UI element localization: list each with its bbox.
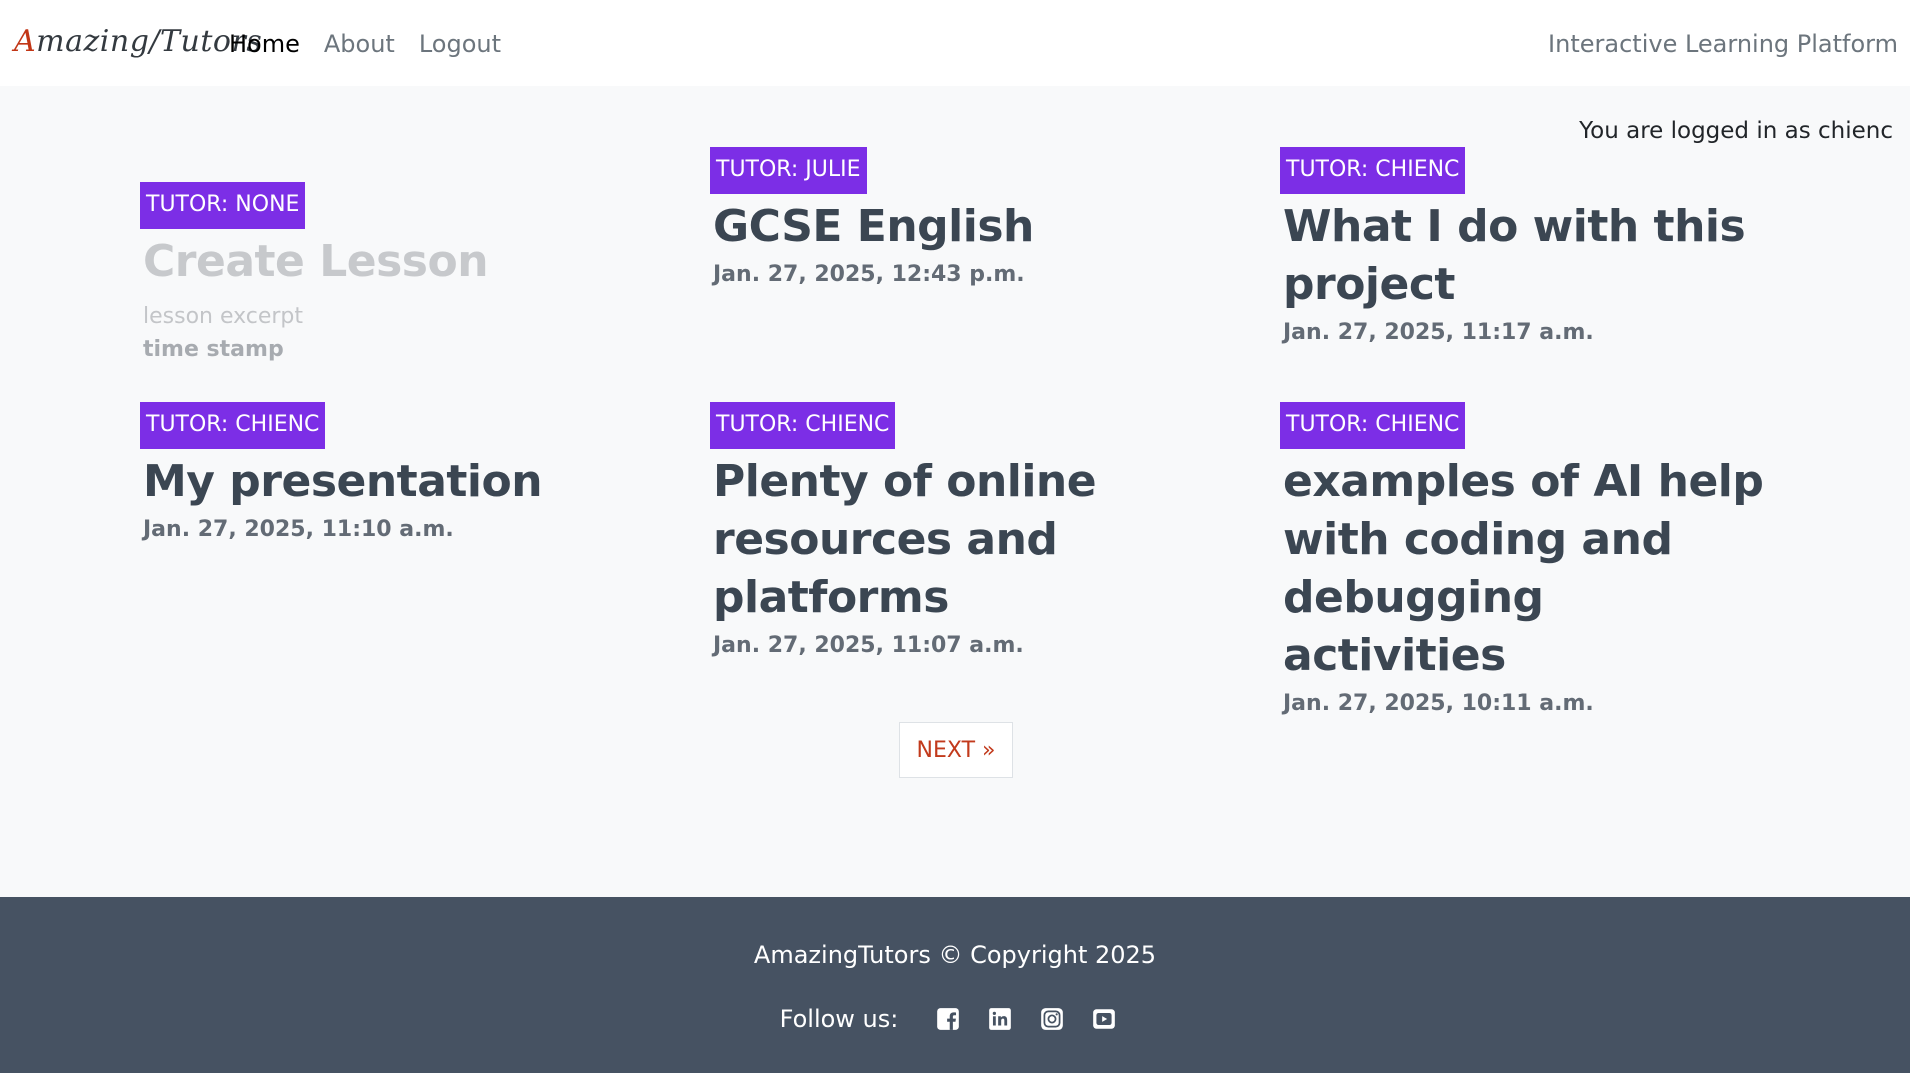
lesson-title[interactable]: Plenty of online resources and platforms	[713, 453, 1130, 627]
tutor-badge: TUTOR: CHIENC	[710, 402, 896, 449]
youtube-icon[interactable]	[1091, 1006, 1117, 1032]
copyright-text: AmazingTutors © Copyright 2025	[753, 941, 1157, 969]
lesson-title[interactable]: examples of AI help with coding and debu…	[1283, 453, 1780, 685]
footer: AmazingTutors © Copyright 2025 Follow us…	[0, 897, 1910, 1073]
lesson-card[interactable]: TUTOR: CHIENC examples of AI help with c…	[1280, 402, 1780, 721]
lesson-timestamp: Jan. 27, 2025, 11:07 a.m.	[713, 633, 1024, 658]
login-status: You are logged in as chienc	[1579, 118, 1893, 144]
lesson-card[interactable]: TUTOR: CHIENC What I do with this projec…	[1280, 147, 1760, 350]
lesson-title[interactable]: GCSE English	[713, 198, 1230, 256]
nav-home-link[interactable]: Home	[229, 26, 300, 62]
lesson-timestamp: time stamp	[143, 337, 284, 362]
lesson-title[interactable]: What I do with this project	[1283, 198, 1760, 314]
lesson-card[interactable]: TUTOR: JULIE GCSE English Jan. 27, 2025,…	[710, 147, 1230, 292]
next-page-button[interactable]: NEXT »	[899, 722, 1013, 778]
nav-about-link[interactable]: About	[324, 26, 395, 62]
tutor-badge: TUTOR: NONE	[140, 182, 306, 229]
facebook-icon[interactable]	[935, 1006, 961, 1032]
follow-label: Follow us:	[779, 1005, 899, 1033]
lesson-title[interactable]: My presentation	[143, 453, 660, 511]
lesson-timestamp: Jan. 27, 2025, 11:10 a.m.	[143, 517, 454, 542]
social-links: Follow us:	[0, 1003, 1910, 1035]
lesson-timestamp: Jan. 27, 2025, 11:17 a.m.	[1283, 320, 1594, 345]
nav-logout-link[interactable]: Logout	[419, 26, 501, 62]
nav-tagline: Interactive Learning Platform	[1548, 30, 1898, 58]
tutor-badge: TUTOR: CHIENC	[1280, 147, 1466, 194]
top-navbar: Amazing/Tutors Home About Logout Interac…	[0, 0, 1910, 86]
nav-links: Home About Logout	[229, 26, 501, 62]
tutor-badge: TUTOR: JULIE	[710, 147, 867, 194]
linkedin-icon[interactable]	[987, 1006, 1013, 1032]
brand-logo-accent: A	[14, 24, 37, 59]
lesson-timestamp: Jan. 27, 2025, 10:11 a.m.	[1283, 691, 1594, 716]
tutor-badge: TUTOR: CHIENC	[1280, 402, 1466, 449]
lesson-title[interactable]: Create Lesson	[143, 233, 660, 291]
lesson-card[interactable]: TUTOR: CHIENC Plenty of online resources…	[710, 402, 1130, 663]
lesson-card[interactable]: TUTOR: CHIENC My presentation Jan. 27, 2…	[140, 402, 660, 547]
brand-logo[interactable]: Amazing/Tutors	[14, 22, 262, 62]
lesson-timestamp: Jan. 27, 2025, 12:43 p.m.	[713, 262, 1025, 287]
lesson-excerpt: lesson excerpt	[143, 304, 304, 329]
tutor-badge: TUTOR: CHIENC	[140, 402, 326, 449]
lesson-card-create[interactable]: TUTOR: NONE Create Lesson lesson excerpt…	[140, 182, 660, 367]
instagram-icon[interactable]	[1039, 1006, 1065, 1032]
